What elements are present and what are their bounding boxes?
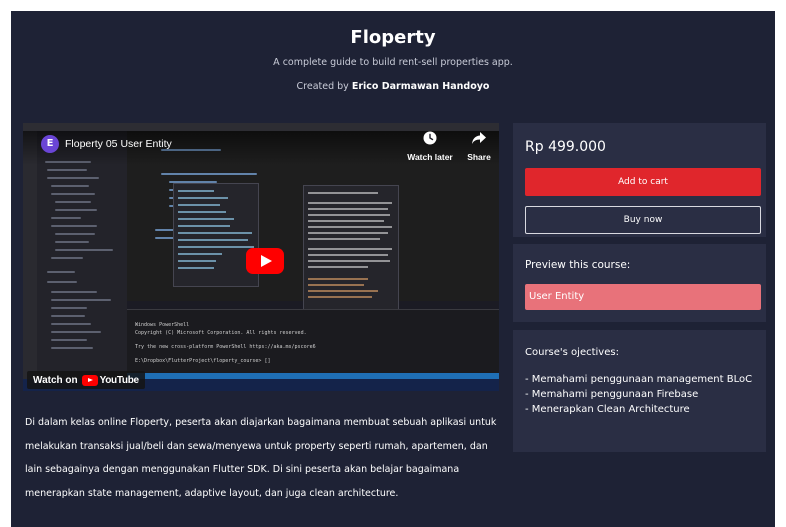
youtube-logo: YouTube [81, 374, 140, 386]
terminal-line: E:\Dropbox\FlutterProject\floperty_cours… [135, 358, 271, 364]
watch-on-youtube-link[interactable]: Watch on YouTube [27, 371, 145, 389]
author-name: Erico Darmawan Handoyo [351, 81, 490, 92]
ide-terminal: Windows PowerShell Copyright (C) Microso… [127, 309, 499, 379]
course-author-line: Created by Erico Darmawan Handoyo [11, 81, 775, 92]
course-description: Di dalam kelas online Floperty, peserta … [25, 417, 497, 499]
course-page: Floperty A complete guide to build rent-… [11, 11, 775, 527]
clock-icon [423, 131, 437, 145]
ide-doc-popup [303, 185, 399, 321]
course-title: Floperty [350, 27, 436, 48]
watch-later-label: Watch later [407, 152, 453, 162]
ide-menubar [23, 123, 499, 131]
course-subtitle: A complete guide to build rent-sell prop… [273, 57, 513, 68]
add-to-cart-button[interactable]: Add to cart [525, 168, 761, 196]
preview-title: Preview this course: [525, 259, 631, 271]
objective-item: - Menerapkan Clean Architecture [525, 404, 690, 415]
objectives-list: - Memahami penggunaan management BLoC - … [525, 372, 761, 417]
youtube-wordmark: YouTube [99, 374, 140, 386]
ide-activity-bar [23, 131, 37, 379]
watch-on-label: Watch on [33, 374, 78, 386]
preview-panel: Preview this course: User Entity [513, 244, 766, 322]
course-price: Rp 499.000 [525, 139, 606, 155]
terminal-line: Try the new cross-platform PowerShell ht… [135, 344, 316, 350]
created-by-label: Created by [296, 81, 349, 92]
preview-lesson-item[interactable]: User Entity [525, 284, 761, 310]
video-title[interactable]: Floperty 05 User Entity [65, 138, 172, 150]
objectives-title: Course's ojectives: [525, 347, 619, 358]
terminal-line: Windows PowerShell [135, 322, 190, 328]
share-label: Share [467, 152, 491, 162]
purchase-panel: Rp 499.000 Add to cart Buy now [513, 123, 766, 237]
objectives-panel: Course's ojectives: - Memahami penggunaa… [513, 330, 766, 452]
channel-avatar[interactable]: E [41, 135, 59, 153]
play-button[interactable] [246, 248, 284, 274]
watch-later-button[interactable]: Watch later [405, 131, 455, 162]
objective-item: - Memahami penggunaan management BLoC [525, 374, 753, 385]
video-player[interactable]: Windows PowerShell Copyright (C) Microso… [23, 123, 499, 391]
share-arrow-icon [472, 132, 486, 144]
ide-file-explorer [37, 131, 127, 379]
objective-item: - Memahami penggunaan Firebase [525, 389, 699, 400]
share-button[interactable]: Share [463, 131, 495, 162]
buy-now-button[interactable]: Buy now [525, 206, 761, 234]
terminal-line: Copyright (C) Microsoft Corporation. All… [135, 330, 307, 336]
ide-autocomplete-popup [173, 183, 259, 287]
youtube-play-icon [81, 374, 98, 386]
